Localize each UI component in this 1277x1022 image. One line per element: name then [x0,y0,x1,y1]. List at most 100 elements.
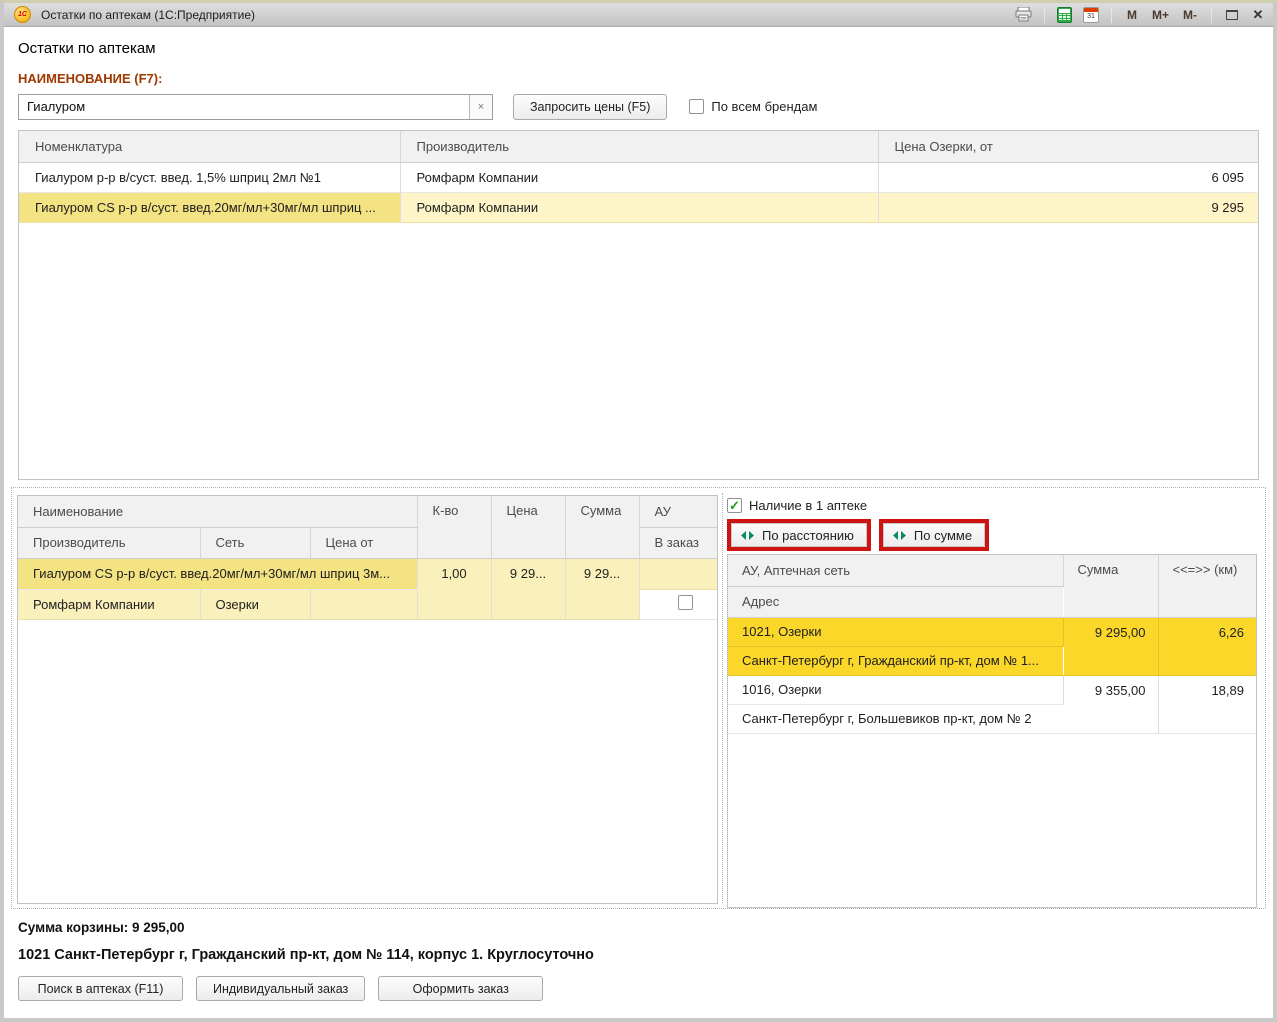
maximize-button[interactable] [1223,6,1241,24]
availability-label: Наличие в 1 аптеке [749,498,867,513]
product-price[interactable]: 9 295 [878,192,1258,222]
clear-input-button[interactable]: × [469,95,492,119]
product-row-selected[interactable]: Гиалуром CS р-р в/суст. введ.20мг/мл+30м… [19,192,1258,222]
col-name[interactable]: Наименование [18,496,417,527]
col-price-ozerki[interactable]: Цена Озерки, от [878,131,1258,162]
footer-buttons: Поиск в аптеках (F11) Индивидуальный зак… [18,976,1259,1001]
place-order-button[interactable]: Оформить заказ [378,976,543,1001]
cart-item-sum[interactable]: 9 29... [565,558,639,619]
cart-sum-value: 9 295,00 [132,920,185,935]
product-name[interactable]: Гиалуром CS р-р в/суст. введ.20мг/мл+30м… [19,192,400,222]
pharmacy-address[interactable]: Санкт-Петербург г, Большевиков пр-кт, до… [728,704,1063,733]
pharmacy-row-selected[interactable]: 1021, Озерки 9 295,00 6,26 [728,617,1256,646]
col-nomenclature[interactable]: Номенклатура [19,131,400,162]
product-name[interactable]: Гиалуром р-р в/суст. введ. 1,5% шприц 2м… [19,162,400,192]
pharmacy-sum[interactable]: 9 355,00 [1063,675,1158,733]
availability-checkbox[interactable]: ✓ Наличие в 1 аптеке [727,494,1257,516]
cart-item-qty[interactable]: 1,00 [417,558,491,619]
calendar-icon[interactable]: 31 [1082,6,1100,24]
pharmacy-row[interactable]: 1016, Озерки 9 355,00 18,89 [728,675,1256,704]
cart-sum-line: Сумма корзины: 9 295,00 [18,920,1259,935]
sort-by-distance-button[interactable]: По расстоянию [731,523,867,547]
page-title: Остатки по аптекам [18,40,1259,57]
print-icon[interactable] [1015,6,1033,24]
pharmacies-panel: ✓ Наличие в 1 аптеке По расстоянию По су… [726,493,1261,903]
content-area: Остатки по аптекам НАИМЕНОВАНИЕ (F7): × … [4,27,1273,1018]
left-right-arrows-icon [741,531,754,540]
1c-logo-text: 1С [18,11,27,18]
checkmark-icon: ✓ [729,499,740,512]
pharmacies-table: АУ, Аптечная сеть Сумма <<=>> (км) Адрес… [727,554,1257,908]
cart-item-price-from[interactable] [310,589,417,619]
col-manufacturer[interactable]: Производитель [18,527,200,558]
sort-buttons-row: По расстоянию По сумме [727,519,1257,551]
checkbox-unchecked-icon[interactable] [689,99,704,114]
pharmacy-sum[interactable]: 9 295,00 [1063,617,1158,675]
request-prices-button[interactable]: Запросить цены (F5) [513,94,667,120]
cart-header-row-1: Наименование К-во Цена Сумма АУ [18,496,717,527]
titlebar-separator [1044,7,1045,23]
col-net[interactable]: Сеть [200,527,310,558]
pharmacy-km[interactable]: 18,89 [1158,675,1256,733]
product-row[interactable]: Гиалуром р-р в/суст. введ. 1,5% шприц 2м… [19,162,1258,192]
sort-by-sum-button[interactable]: По сумме [883,523,985,547]
checkbox-checked-icon[interactable]: ✓ [727,498,742,513]
product-manufacturer[interactable]: Ромфарм Компании [400,192,878,222]
col-au-net[interactable]: АУ, Аптечная сеть [728,555,1063,586]
close-button[interactable]: ✕ [1249,6,1267,24]
app-window: 1С Остатки по аптекам (1С:Предприятие) 3… [0,0,1277,1022]
pharmacy-address[interactable]: Санкт-Петербург г, Гражданский пр-кт, до… [728,646,1063,675]
cart-panel: Наименование К-во Цена Сумма АУ Производ… [17,493,718,903]
search-in-pharmacies-button[interactable]: Поиск в аптеках (F11) [18,976,183,1001]
selected-pharmacy-address: 1021 Санкт-Петербург г, Гражданский пр-к… [18,947,1259,963]
panel-divider[interactable] [722,493,723,903]
1c-logo-icon: 1С [14,6,31,23]
all-brands-checkbox[interactable]: По всем брендам [689,99,817,114]
individual-order-button[interactable]: Индивидуальный заказ [196,976,365,1001]
red-highlight-box: По сумме [879,519,989,551]
pharmacy-au[interactable]: 1021, Озерки [728,617,1063,646]
titlebar: 1С Остатки по аптекам (1С:Предприятие) 3… [4,3,1273,27]
in-order-checkbox[interactable] [678,595,693,610]
col-sum[interactable]: Сумма [565,496,639,558]
col-address[interactable]: Адрес [728,586,1063,617]
col-price-from[interactable]: Цена от [310,527,417,558]
lower-section: Наименование К-во Цена Сумма АУ Производ… [11,487,1266,909]
cart-item-manufacturer[interactable]: Ромфарм Компании [18,589,200,619]
col-au[interactable]: АУ [639,496,717,527]
cart-item-row-name[interactable]: Гиалуром CS р-р в/суст. введ.20мг/мл+30м… [18,558,717,589]
col-price[interactable]: Цена [491,496,565,558]
all-brands-label: По всем брендам [711,99,817,114]
col-qty[interactable]: К-во [417,496,491,558]
search-row: × Запросить цены (F5) По всем брендам [18,93,1259,120]
cart-table: Наименование К-во Цена Сумма АУ Производ… [17,495,718,904]
col-sum[interactable]: Сумма [1063,555,1158,617]
cart-item-au[interactable] [639,558,717,589]
name-search-input[interactable] [19,95,469,119]
col-manufacturer[interactable]: Производитель [400,131,878,162]
titlebar-separator [1111,7,1112,23]
cart-item-price[interactable]: 9 29... [491,558,565,619]
window-title: Остатки по аптекам (1С:Предприятие) [41,8,255,22]
search-input-wrap: × [18,94,493,120]
col-distance[interactable]: <<=>> (км) [1158,555,1256,617]
col-in-order[interactable]: В заказ [639,527,717,558]
name-filter-label: НАИМЕНОВАНИЕ (F7): [18,71,1259,86]
memory-minus-button[interactable]: M- [1180,6,1200,24]
pharmacy-au[interactable]: 1016, Озерки [728,675,1063,704]
product-price[interactable]: 6 095 [878,162,1258,192]
pharm-header-row-1: АУ, Аптечная сеть Сумма <<=>> (км) [728,555,1256,586]
cart-item-net[interactable]: Озерки [200,589,310,619]
products-header-row: Номенклатура Производитель Цена Озерки, … [19,131,1258,162]
titlebar-separator [1211,7,1212,23]
calculator-icon[interactable] [1056,6,1074,24]
pharmacy-km[interactable]: 6,26 [1158,617,1256,675]
products-table: Номенклатура Производитель Цена Озерки, … [18,130,1259,480]
memory-recall-button[interactable]: M [1123,6,1141,24]
cart-item-name[interactable]: Гиалуром CS р-р в/суст. введ.20мг/мл+30м… [18,558,417,589]
memory-plus-button[interactable]: M+ [1149,6,1172,24]
sort-by-distance-label: По расстоянию [762,528,854,543]
product-manufacturer[interactable]: Ромфарм Компании [400,162,878,192]
in-order-cell [639,589,717,619]
sort-by-sum-label: По сумме [914,528,972,543]
